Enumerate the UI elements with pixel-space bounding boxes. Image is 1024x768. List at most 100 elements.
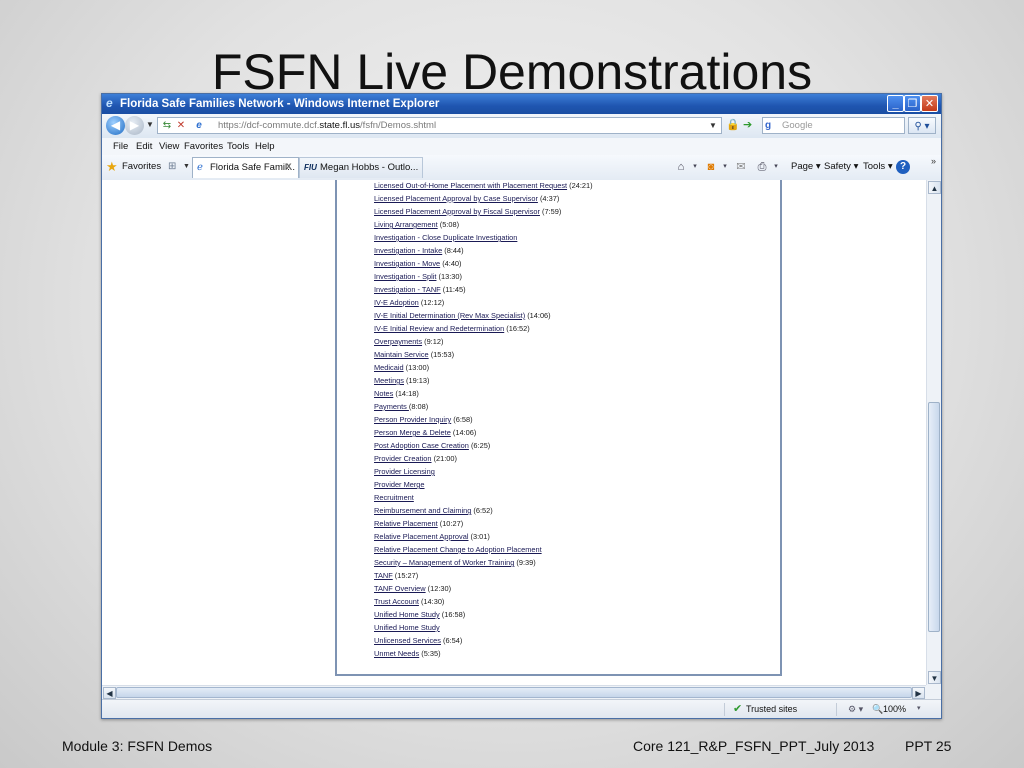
demo-list-item: Licensed Out-of-Home Placement with Plac… — [374, 180, 593, 192]
tools-menu[interactable]: Tools ▾ — [863, 155, 893, 178]
menu-view[interactable]: View — [159, 138, 179, 155]
demo-link[interactable]: Licensed Placement Approval by Fiscal Su… — [374, 207, 540, 216]
demo-link[interactable]: Person Provider Inquiry — [374, 415, 451, 424]
print-icon[interactable]: ⎙ — [755, 160, 769, 174]
menu-tools[interactable]: Tools — [227, 138, 249, 155]
demo-link[interactable]: Investigation - TANF — [374, 285, 441, 294]
demo-link[interactable]: TANF — [374, 571, 393, 580]
scroll-left-button[interactable]: ◀ — [103, 687, 116, 699]
search-button[interactable]: ⚲ ▾ — [908, 117, 936, 134]
zoom-level[interactable]: 100% — [883, 700, 906, 718]
stop-icon[interactable]: ✕ — [174, 119, 188, 132]
demo-link[interactable]: Meetings — [374, 376, 404, 385]
recent-pages-dropdown[interactable]: ▼ — [146, 120, 154, 129]
protected-mode-icon[interactable]: ⚙ ▾ — [848, 702, 863, 716]
favorites-star-icon[interactable]: ★ — [106, 160, 120, 174]
demo-link[interactable]: Reimbursement and Claiming — [374, 506, 471, 515]
demo-link[interactable]: Overpayments — [374, 337, 422, 346]
zoom-dropdown-icon[interactable]: ▾ — [917, 702, 921, 716]
demo-link[interactable]: Provider Creation — [374, 454, 432, 463]
help-icon[interactable]: ? — [896, 160, 910, 174]
demo-link[interactable]: IV-E Adoption — [374, 298, 419, 307]
demo-link[interactable]: Maintain Service — [374, 350, 429, 359]
tab-list-dropdown[interactable]: ▼ — [183, 163, 190, 170]
menu-edit[interactable]: Edit — [136, 138, 152, 155]
demo-link[interactable]: IV-E Initial Review and Redetermination — [374, 324, 504, 333]
vertical-scrollbar[interactable]: ▲ ▼ — [926, 180, 941, 685]
demo-link[interactable]: Investigation - Intake — [374, 246, 442, 255]
demo-link[interactable]: Payments — [374, 402, 409, 411]
minimize-button[interactable]: _ — [887, 95, 904, 112]
maximize-button[interactable]: ❐ — [904, 95, 921, 112]
demo-link[interactable]: Living Arrangement — [374, 220, 438, 229]
demo-list-item: Notes (14:18) — [374, 387, 593, 400]
horizontal-scroll-thumb[interactable] — [116, 687, 912, 698]
demo-list-item: IV-E Initial Determination (Rev Max Spec… — [374, 309, 593, 322]
horizontal-scrollbar[interactable]: ◀ ▶ — [102, 685, 926, 699]
window-titlebar[interactable]: e Florida Safe Families Network - Window… — [102, 94, 941, 114]
browser-window: e Florida Safe Families Network - Window… — [101, 93, 942, 719]
go-arrow-icon[interactable]: ➔ — [743, 118, 757, 133]
demo-link[interactable]: Post Adoption Case Creation — [374, 441, 469, 450]
favorites-button[interactable]: Favorites — [122, 155, 161, 178]
demo-link[interactable]: Medicaid — [374, 363, 404, 372]
menu-file[interactable]: File — [113, 138, 128, 155]
forward-button[interactable]: ▶ — [125, 116, 144, 135]
tab-florida-safe-families[interactable]: ℯ Florida Safe Famil... — [192, 157, 299, 178]
demo-link[interactable]: Investigation - Close Duplicate Investig… — [374, 233, 517, 242]
chevron-more-icon[interactable]: » — [931, 156, 936, 166]
demo-link[interactable]: Trust Account — [374, 597, 419, 606]
demo-link[interactable]: TANF Overview — [374, 584, 426, 593]
url-field[interactable]: ⇆ ✕ e https://dcf-commute.dcf.state.fl.u… — [157, 117, 722, 134]
compat-view-icon[interactable]: ⇆ — [160, 119, 174, 132]
demo-link[interactable]: Provider Licensing — [374, 467, 435, 476]
demo-link[interactable]: Unified Home Study — [374, 623, 440, 632]
demo-link[interactable]: Relative Placement — [374, 519, 438, 528]
demos-panel: Licensed Out-of-Home Placement with Plac… — [335, 180, 782, 676]
scroll-right-button[interactable]: ▶ — [912, 687, 925, 699]
tab-megan-hobbs-outlook[interactable]: FIU Megan Hobbs - Outlo... — [299, 157, 423, 178]
demo-link[interactable]: Person Merge & Delete — [374, 428, 451, 437]
security-zone[interactable]: Trusted sites — [746, 700, 797, 718]
demo-link[interactable]: Unified Home Study — [374, 610, 440, 619]
demo-link[interactable]: Unmet Needs — [374, 649, 419, 658]
demo-link[interactable]: Relative Placement Change to Adoption Pl… — [374, 545, 542, 554]
url-dropdown-icon[interactable]: ▼ — [706, 119, 720, 132]
feeds-dropdown-icon[interactable]: ▾ — [718, 160, 732, 174]
quick-tabs-icon[interactable]: ⊞ — [168, 161, 180, 173]
search-input[interactable]: g Google — [762, 117, 905, 134]
page-menu[interactable]: Page ▾ — [791, 155, 821, 178]
close-tab-icon[interactable]: x — [286, 155, 292, 178]
demo-list-item: Reimbursement and Claiming (6:52) — [374, 504, 593, 517]
demo-link[interactable]: Notes — [374, 389, 393, 398]
demo-link[interactable]: Security – Management of Worker Training — [374, 558, 514, 567]
home-dropdown-icon[interactable]: ▾ — [688, 160, 702, 174]
demo-link[interactable]: Licensed Placement Approval by Case Supe… — [374, 194, 538, 203]
close-button[interactable]: ✕ — [921, 95, 938, 112]
menu-help[interactable]: Help — [255, 138, 275, 155]
demo-duration: (12:30) — [425, 584, 452, 593]
lock-icon[interactable]: 🔒 — [726, 118, 740, 133]
print-dropdown-icon[interactable]: ▾ — [769, 160, 783, 174]
mail-icon[interactable]: ✉ — [734, 160, 748, 174]
search-placeholder: Google — [782, 120, 813, 131]
demo-link[interactable]: Provider Merge — [374, 480, 425, 489]
home-icon[interactable]: ⌂ — [674, 160, 688, 174]
feeds-icon[interactable]: ◙ — [704, 160, 718, 174]
safety-menu[interactable]: Safety ▾ — [824, 155, 858, 178]
demo-link[interactable]: IV-E Initial Determination (Rev Max Spec… — [374, 311, 525, 320]
back-button[interactable]: ◀ — [106, 116, 125, 135]
demo-list-item: Trust Account (14:30) — [374, 595, 593, 608]
demo-link[interactable]: Recruitment — [374, 493, 414, 502]
demo-link[interactable]: Investigation - Split — [374, 272, 436, 281]
demo-link[interactable]: Unlicensed Services — [374, 636, 441, 645]
demo-link[interactable]: Relative Placement Approval — [374, 532, 469, 541]
demo-list-item: Maintain Service (15:53) — [374, 348, 593, 361]
demo-link[interactable]: Licensed Out-of-Home Placement with Plac… — [374, 181, 567, 190]
scroll-down-button[interactable]: ▼ — [928, 671, 941, 684]
demo-link[interactable]: Investigation - Move — [374, 259, 440, 268]
vertical-scroll-thumb[interactable] — [928, 402, 940, 632]
zoom-icon[interactable]: 🔍 — [872, 702, 883, 716]
menu-favorites[interactable]: Favorites — [184, 138, 223, 155]
scroll-up-button[interactable]: ▲ — [928, 181, 941, 194]
